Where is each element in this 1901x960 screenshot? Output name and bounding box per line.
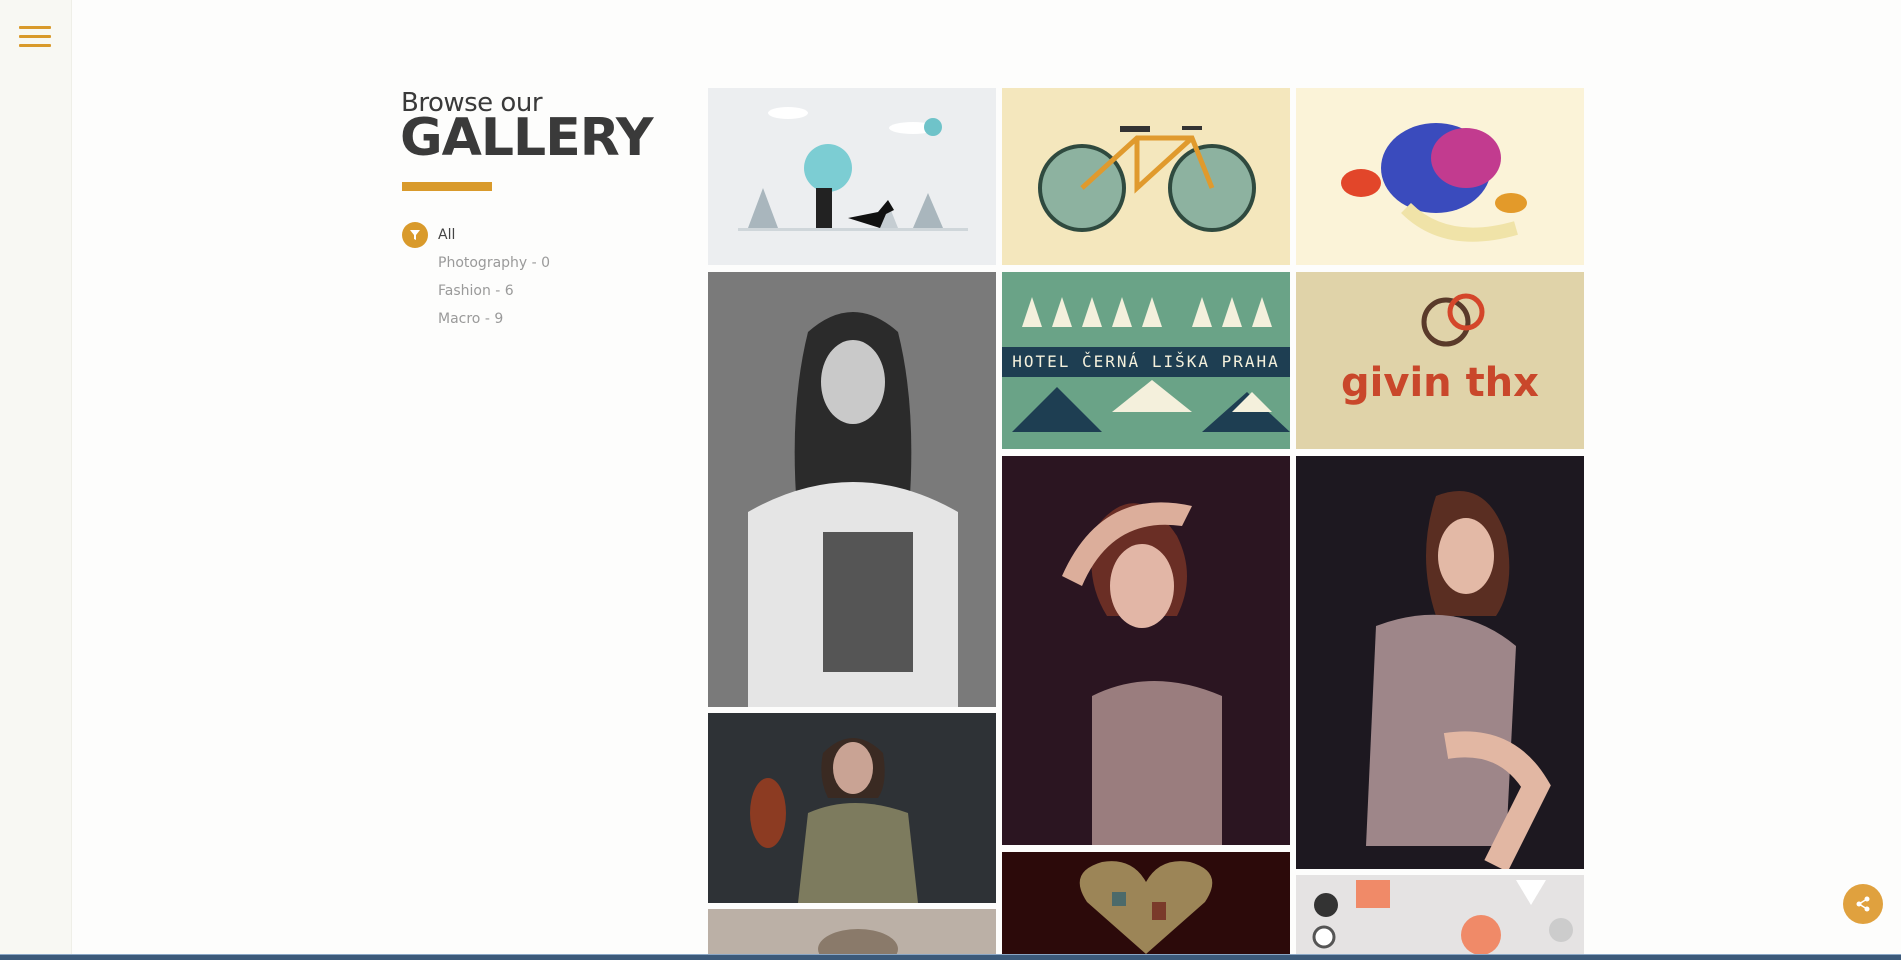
gallery-tile-globe-bicycle[interactable] bbox=[1002, 88, 1290, 265]
filter-item-photography[interactable]: Photography - 0 bbox=[438, 255, 550, 271]
gallery-tile-hotel-poster[interactable]: HOTEL ČERNÁ LIŠKA PRAHA bbox=[1002, 272, 1290, 449]
gallery-tile-woman-trench-coat[interactable] bbox=[708, 713, 996, 903]
gallery-tile-woman-posing[interactable] bbox=[1002, 456, 1290, 845]
filter-item-fashion[interactable]: Fashion - 6 bbox=[438, 283, 514, 299]
page-title: GALLERY bbox=[400, 108, 654, 168]
gallery-tile-halloween[interactable] bbox=[1296, 875, 1584, 954]
taskbar bbox=[0, 954, 1901, 960]
filter-item-macro[interactable]: Macro - 9 bbox=[438, 311, 503, 327]
hamburger-menu-icon[interactable] bbox=[19, 26, 51, 48]
gallery-tile-typography-logo[interactable]: givin thx bbox=[1296, 272, 1584, 449]
sidebar bbox=[0, 0, 72, 955]
hotel-poster-text: HOTEL ČERNÁ LIŠKA PRAHA bbox=[1012, 352, 1280, 371]
gallery-tile-heart-city[interactable] bbox=[1002, 852, 1290, 954]
share-icon[interactable] bbox=[1843, 884, 1883, 924]
gallery-tile-colorful-creatures[interactable] bbox=[1296, 88, 1584, 265]
gallery-tile-woman-bw[interactable] bbox=[708, 272, 996, 707]
title-underline bbox=[402, 182, 492, 191]
gallery-tile-winter-fox[interactable] bbox=[708, 88, 996, 265]
gallery-tile-woman-dress[interactable] bbox=[1296, 456, 1584, 869]
filter-item-all[interactable]: All bbox=[438, 227, 455, 243]
gallery-tile-blurred[interactable] bbox=[708, 909, 996, 954]
filter-icon bbox=[402, 222, 428, 248]
typography-logo-text: givin thx bbox=[1341, 360, 1539, 406]
